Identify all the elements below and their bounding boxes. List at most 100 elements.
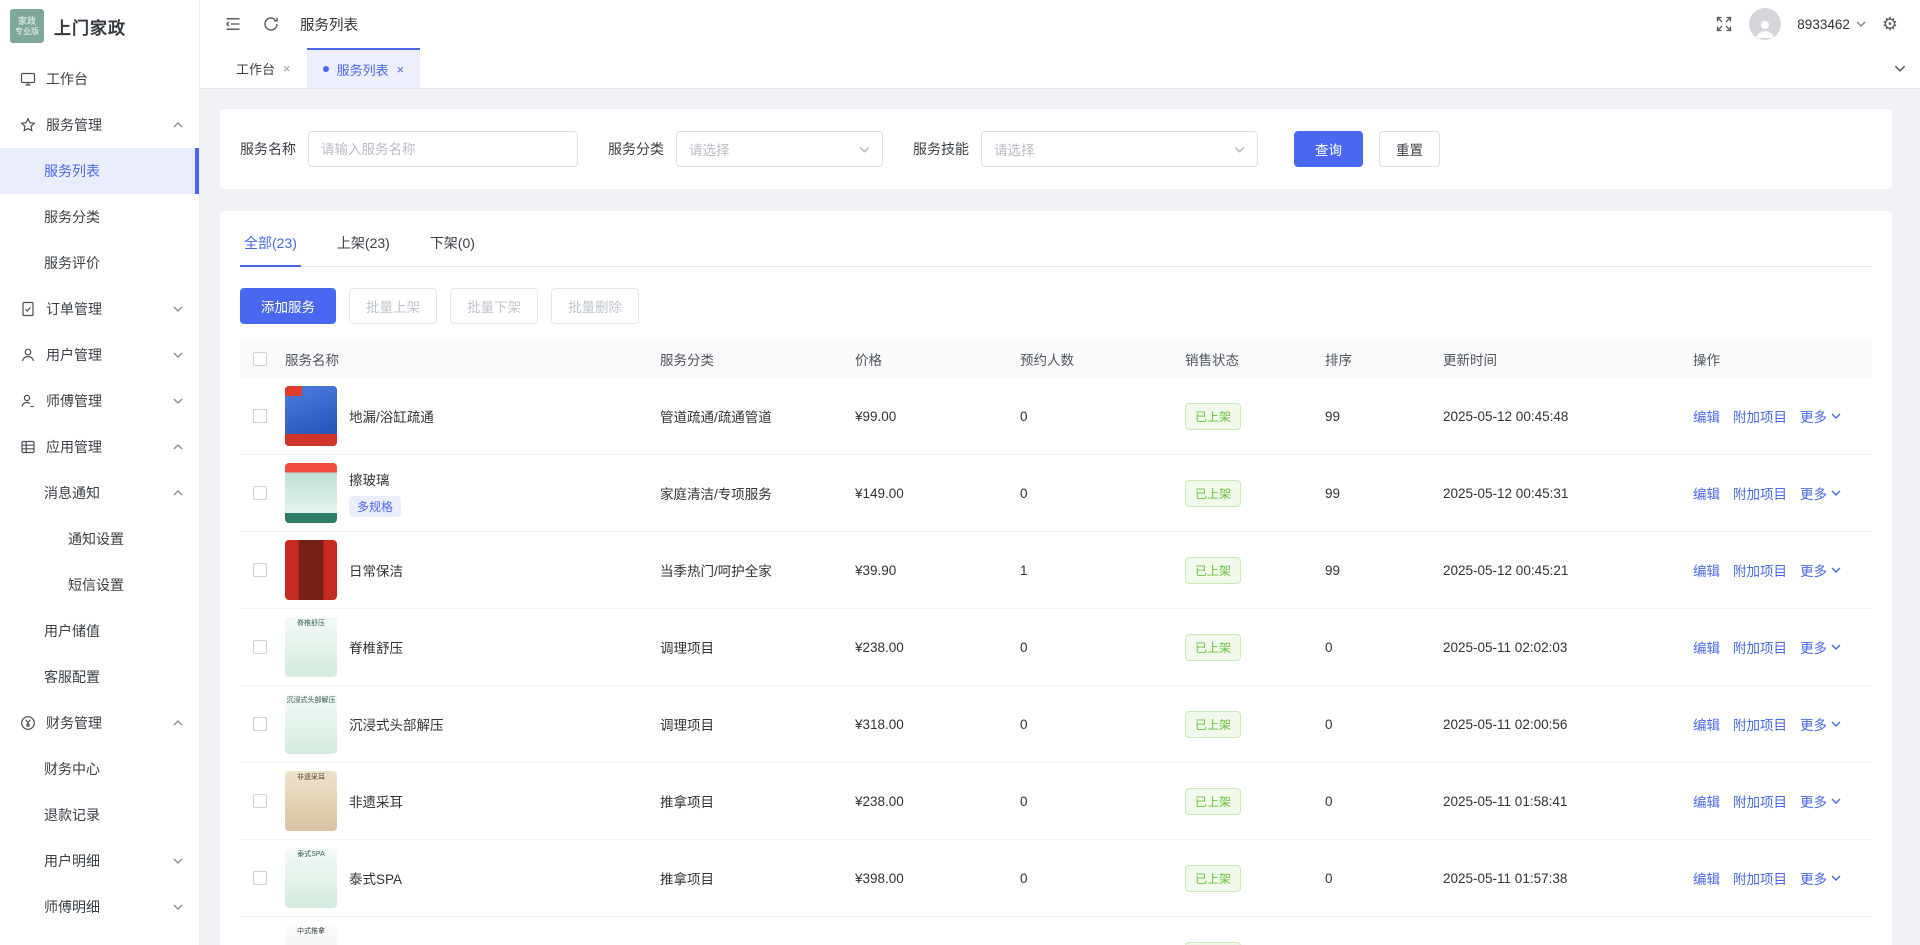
addon-items-link[interactable]: 附加项目: [1733, 406, 1787, 426]
app-root: 家政 专业版 上门家政 工作台 服务管理 服务列表 服务分类 服务评价: [0, 0, 1920, 945]
user-menu[interactable]: 8933462: [1797, 17, 1866, 32]
user-icon: [20, 347, 36, 363]
col-service-name: 服务名称: [285, 349, 660, 369]
service-thumbnail: [285, 463, 337, 523]
tab-on-shelf[interactable]: 上架(23): [333, 227, 394, 266]
service-skill-select[interactable]: 请选择: [981, 131, 1258, 167]
row-checkbox[interactable]: [253, 486, 267, 500]
row-checkbox[interactable]: [253, 409, 267, 423]
addon-items-link[interactable]: 附加项目: [1733, 483, 1787, 503]
sidebar-item-user-stored-value[interactable]: 用户储值: [0, 608, 199, 654]
row-actions: 编辑 附加项目 更多: [1693, 637, 1872, 657]
batch-off-shelf-button[interactable]: 批量下架: [450, 288, 538, 324]
service-sort: 99: [1325, 486, 1443, 501]
tab-list-dropdown[interactable]: [1894, 48, 1906, 88]
chevron-down-icon: [173, 858, 183, 864]
sidebar-item-refund-records[interactable]: 退款记录: [0, 792, 199, 838]
table-row: 泰式SPA 泰式SPA 推拿项目 ¥398.00 0 已上架 0 2025-05…: [240, 840, 1872, 917]
addon-items-link[interactable]: 附加项目: [1733, 560, 1787, 580]
search-button[interactable]: 查询: [1294, 131, 1363, 167]
col-sort: 排序: [1325, 349, 1443, 369]
logo[interactable]: 家政 专业版 上门家政: [0, 0, 199, 52]
more-link[interactable]: 更多: [1800, 791, 1841, 811]
tab-off-shelf[interactable]: 下架(0): [426, 227, 479, 266]
status-badge: 已上架: [1185, 942, 1241, 945]
addon-items-link[interactable]: 附加项目: [1733, 637, 1787, 657]
more-label: 更多: [1800, 791, 1827, 811]
settings-gear-icon[interactable]: ⚙: [1882, 15, 1898, 33]
table-row: 擦玻璃 多规格 家庭清洁/专项服务 ¥149.00 0 已上架 99 2025-…: [240, 455, 1872, 532]
select-all-checkbox[interactable]: [253, 352, 267, 366]
sidebar-item-service-list[interactable]: 服务列表: [0, 148, 199, 194]
sidebar-item-service-review[interactable]: 服务评价: [0, 240, 199, 286]
row-checkbox[interactable]: [253, 563, 267, 577]
service-name-input[interactable]: [308, 131, 578, 167]
edit-link[interactable]: 编辑: [1693, 406, 1720, 426]
more-link[interactable]: 更多: [1800, 560, 1841, 580]
close-icon[interactable]: ×: [397, 62, 405, 77]
service-thumbnail: 泰式SPA: [285, 848, 337, 908]
sidebar-item-decoration-mgmt[interactable]: 装修管理: [0, 930, 199, 945]
sidebar-item-label: 消息通知: [44, 483, 173, 503]
collapse-sidebar-icon[interactable]: [224, 15, 242, 33]
addon-items-link[interactable]: 附加项目: [1733, 791, 1787, 811]
add-service-button[interactable]: 添加服务: [240, 288, 336, 324]
sidebar-item-user-details[interactable]: 用户明细: [0, 838, 199, 884]
thumbnail-caption: 脊椎舒压: [297, 617, 325, 628]
sidebar-item-finance-center[interactable]: 财务中心: [0, 746, 199, 792]
row-checkbox[interactable]: [253, 640, 267, 654]
more-link[interactable]: 更多: [1800, 868, 1841, 888]
addon-items-link[interactable]: 附加项目: [1733, 714, 1787, 734]
edit-link[interactable]: 编辑: [1693, 868, 1720, 888]
sidebar-item-app-mgmt[interactable]: 应用管理: [0, 424, 199, 470]
sidebar-item-service-category[interactable]: 服务分类: [0, 194, 199, 240]
row-checkbox[interactable]: [253, 871, 267, 885]
tab-label: 服务列表: [337, 60, 389, 79]
service-updated-time: 2025-05-11 02:00:56: [1443, 717, 1693, 732]
chevron-down-icon: [1831, 644, 1841, 650]
edit-link[interactable]: 编辑: [1693, 483, 1720, 503]
row-checkbox[interactable]: [253, 794, 267, 808]
reset-button[interactable]: 重置: [1379, 131, 1440, 167]
edit-link[interactable]: 编辑: [1693, 560, 1720, 580]
tab-all[interactable]: 全部(23): [240, 227, 301, 266]
service-updated-time: 2025-05-11 02:02:03: [1443, 640, 1693, 655]
sidebar-item-worker-mgmt[interactable]: 师傅管理: [0, 378, 199, 424]
more-label: 更多: [1800, 406, 1827, 426]
more-link[interactable]: 更多: [1800, 714, 1841, 734]
sidebar-item-label: 师傅管理: [46, 391, 173, 411]
sidebar-item-service-mgmt[interactable]: 服务管理: [0, 102, 199, 148]
sidebar-item-sms-settings[interactable]: 短信设置: [0, 562, 199, 608]
tab-workbench[interactable]: 工作台 ×: [220, 48, 307, 88]
addon-items-link[interactable]: 附加项目: [1733, 868, 1787, 888]
edit-link[interactable]: 编辑: [1693, 714, 1720, 734]
service-category-select[interactable]: 请选择: [676, 131, 883, 167]
fullscreen-icon[interactable]: [1715, 15, 1733, 33]
more-link[interactable]: 更多: [1800, 637, 1841, 657]
sidebar-item-label: 工作台: [46, 69, 183, 89]
content: 服务名称 服务分类 请选择 服务技能 请选择: [200, 89, 1920, 945]
service-thumbnail: 中式推拿: [285, 925, 337, 945]
star-icon: [20, 117, 36, 133]
sidebar-item-finance-mgmt[interactable]: 财务管理: [0, 700, 199, 746]
edit-link[interactable]: 编辑: [1693, 637, 1720, 657]
sidebar-item-workbench[interactable]: 工作台: [0, 56, 199, 102]
table-row: 日常保洁 当季热门/呵护全家 ¥39.90 1 已上架 99 2025-05-1…: [240, 532, 1872, 609]
close-icon[interactable]: ×: [283, 61, 291, 76]
user-avatar[interactable]: [1749, 8, 1781, 40]
sidebar-item-message-notify[interactable]: 消息通知: [0, 470, 199, 516]
service-name-wrap: 泰式SPA: [349, 868, 402, 888]
edit-link[interactable]: 编辑: [1693, 791, 1720, 811]
tab-service-list[interactable]: 服务列表 ×: [307, 48, 421, 88]
batch-on-shelf-button[interactable]: 批量上架: [349, 288, 437, 324]
sidebar-item-order-mgmt[interactable]: 订单管理: [0, 286, 199, 332]
batch-delete-button[interactable]: 批量删除: [551, 288, 639, 324]
sidebar-item-worker-details[interactable]: 师傅明细: [0, 884, 199, 930]
row-checkbox[interactable]: [253, 717, 267, 731]
more-link[interactable]: 更多: [1800, 406, 1841, 426]
sidebar-item-user-mgmt[interactable]: 用户管理: [0, 332, 199, 378]
more-link[interactable]: 更多: [1800, 483, 1841, 503]
sidebar-item-customer-service-config[interactable]: 客服配置: [0, 654, 199, 700]
refresh-icon[interactable]: [262, 15, 280, 33]
sidebar-item-notify-settings[interactable]: 通知设置: [0, 516, 199, 562]
